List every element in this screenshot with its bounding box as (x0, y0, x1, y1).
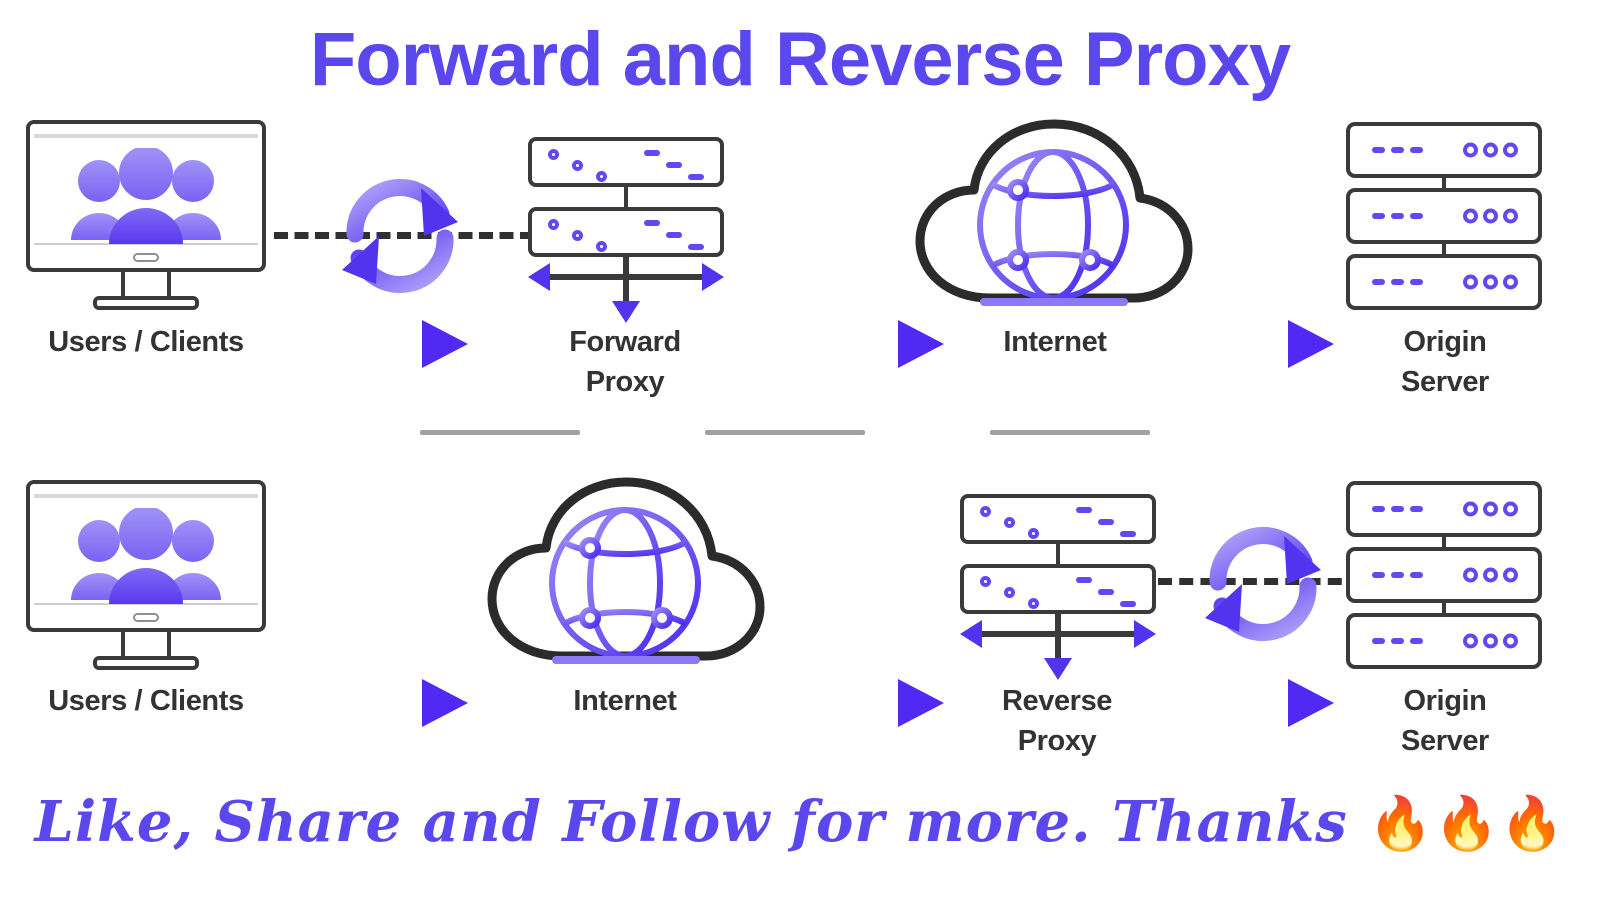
cloud-globe-icon-row1 (915, 119, 1193, 306)
label-internet-row2: Internet (573, 685, 677, 717)
server-rack-icon-row1 (1346, 122, 1542, 310)
label-origin-server-row1: Origin Server (1401, 326, 1489, 398)
proxy-status-dots (548, 219, 618, 255)
monitor-stand-base (93, 296, 199, 310)
server-indicator-lights (1463, 567, 1518, 583)
server-dashes (1372, 506, 1423, 512)
proxy-bidirectional-arrows-row1 (528, 255, 724, 323)
proxy-status-dots (980, 506, 1050, 542)
flow-arrow-icon-r1-c (1176, 320, 1334, 368)
server-unit (1346, 481, 1542, 537)
monitor-top-bezel (34, 494, 258, 498)
diagram-canvas: Forward and Reverse Proxy Users / Client… (0, 0, 1600, 900)
label-users-clients-row2: Users / Clients (48, 685, 244, 717)
monitor-users-icon-row2 (26, 480, 266, 672)
label-users-clients-row1: Users / Clients (48, 326, 244, 358)
cloud-globe-icon-row2 (487, 477, 765, 664)
server-indicator-lights (1463, 633, 1518, 649)
proxy-status-dots (980, 576, 1050, 612)
label-origin-server-row2: Origin Server (1401, 685, 1489, 757)
proxy-status-dashes (1076, 507, 1138, 541)
section-divider-2 (705, 430, 865, 435)
server-unit-connector (1442, 603, 1446, 613)
server-indicator-lights (1463, 274, 1518, 290)
section-divider-3 (990, 430, 1150, 435)
server-dashes (1372, 213, 1423, 219)
proxy-unit-bottom (960, 564, 1156, 614)
proxy-unit-connector (624, 187, 628, 207)
server-unit-connector (1442, 178, 1446, 188)
proxy-status-dashes (644, 220, 706, 254)
sync-arrows-icon-row2 (1205, 527, 1321, 641)
sync-arrows-icon-row1 (342, 179, 458, 293)
server-unit (1346, 122, 1542, 178)
section-divider-1 (420, 430, 580, 435)
proxy-unit-connector (1056, 544, 1060, 564)
server-indicator-lights (1463, 501, 1518, 517)
proxy-status-dashes (644, 150, 706, 184)
monitor-frame (26, 480, 266, 632)
proxy-unit-top (960, 494, 1156, 544)
server-indicator-lights (1463, 142, 1518, 158)
tagline-text: Like, Share and Follow for more. Thanks (34, 789, 1369, 855)
flow-arrow-icon-r1-b (786, 320, 944, 368)
tagline: Like, Share and Follow for more. Thanks … (0, 782, 1600, 864)
server-unit-connector (1442, 244, 1446, 254)
monitor-top-bezel (34, 134, 258, 138)
server-unit (1346, 613, 1542, 669)
fire-emoji: 🔥🔥🔥 (1368, 794, 1566, 854)
label-forward-proxy: Forward Proxy (569, 326, 681, 398)
flow-arrow-icon-r2-b (786, 679, 944, 727)
proxy-unit-top (528, 137, 724, 187)
server-dashes (1372, 147, 1423, 153)
server-dashes (1372, 279, 1423, 285)
server-unit (1346, 254, 1542, 310)
server-unit (1346, 547, 1542, 603)
page-title: Forward and Reverse Proxy (309, 17, 1291, 102)
proxy-unit-bottom (528, 207, 724, 257)
monitor-power-button (133, 613, 159, 622)
monitor-stand-base (93, 656, 199, 670)
flow-arrow-icon-r1-a (310, 320, 468, 368)
server-unit (1346, 188, 1542, 244)
label-internet-row1: Internet (1003, 326, 1107, 358)
flow-arrow-icon-r2-a (310, 679, 468, 727)
server-rack-proxy-icon-row1 (528, 137, 724, 257)
server-unit-connector (1442, 537, 1446, 547)
flow-arrow-icon-r2-c (1176, 679, 1334, 727)
server-rack-icon-row2 (1346, 481, 1542, 669)
monitor-power-button (133, 253, 159, 262)
users-group-icon (71, 508, 221, 604)
monitor-users-icon (26, 120, 266, 312)
proxy-status-dashes (1076, 577, 1138, 611)
label-reverse-proxy: Reverse Proxy (1001, 685, 1113, 757)
users-group-icon (71, 148, 221, 244)
monitor-stand-neck (121, 272, 171, 299)
monitor-stand-neck (121, 632, 171, 659)
proxy-status-dots (548, 149, 618, 185)
server-dashes (1372, 638, 1423, 644)
monitor-frame (26, 120, 266, 272)
proxy-bidirectional-arrows-row2 (960, 612, 1156, 680)
server-rack-proxy-icon-row2 (960, 494, 1156, 614)
server-indicator-lights (1463, 208, 1518, 224)
server-dashes (1372, 572, 1423, 578)
